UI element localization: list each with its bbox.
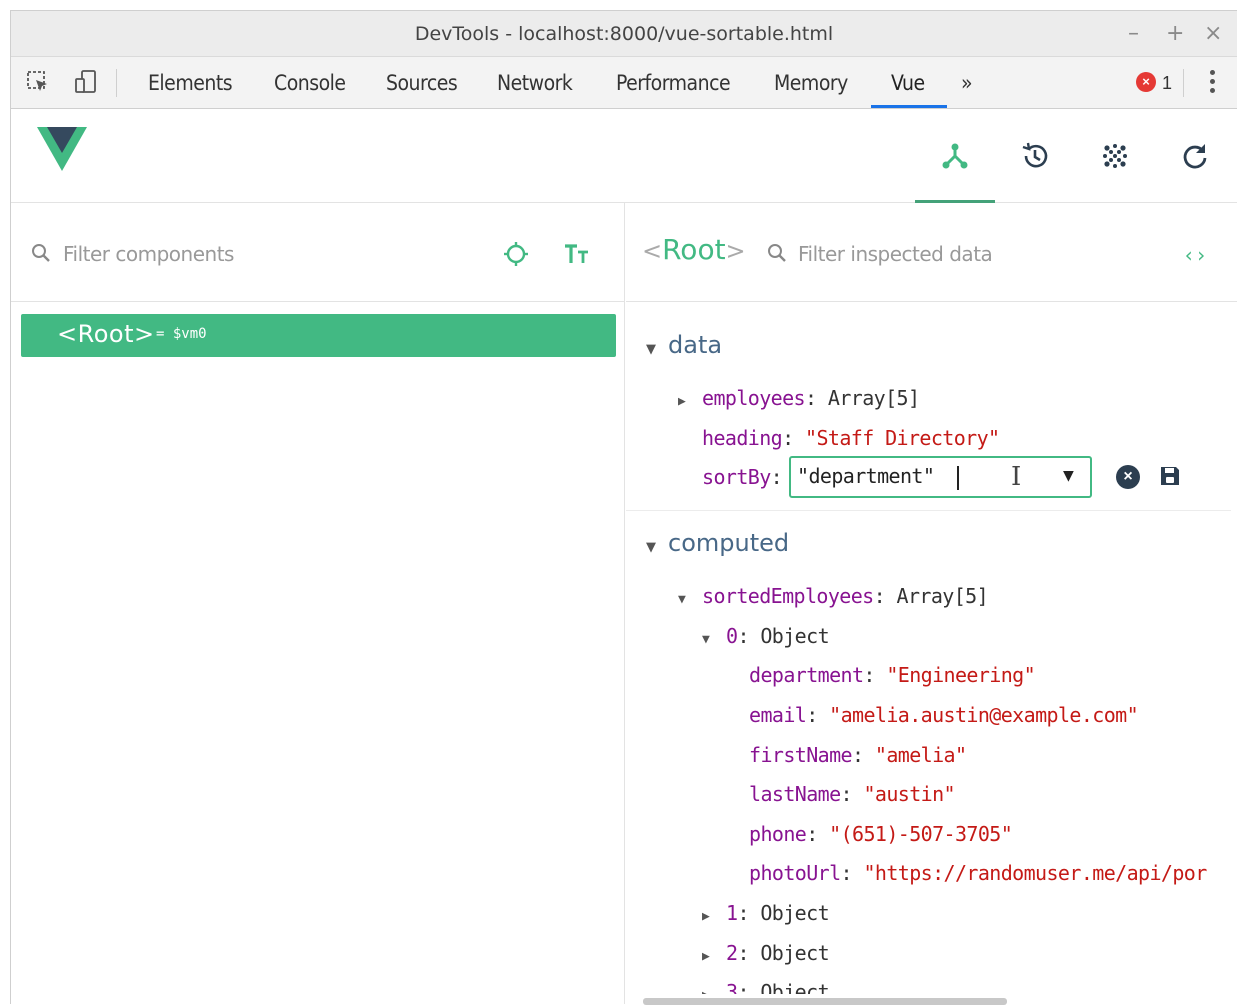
collapse-icon: ▼ — [646, 342, 656, 357]
components-icon — [942, 143, 968, 169]
expand-icon: ▶ — [702, 949, 710, 964]
computed-row-item-2[interactable]: ▶ 2: Object — [702, 941, 830, 965]
data-section-header[interactable]: ▼ data — [646, 331, 722, 359]
data-row-employees[interactable]: ▶ employees: Array[5] — [678, 386, 920, 410]
devtools-window: DevTools - localhost:8000/vue-sortable.h… — [10, 10, 1237, 1005]
computed-section-title: computed — [668, 529, 790, 557]
more-tabs-button[interactable]: » — [961, 57, 973, 109]
field-department[interactable]: department: "Engineering" — [749, 663, 1036, 687]
refresh-icon — [1183, 144, 1207, 169]
data-section-title: data — [668, 331, 723, 359]
component-vm-alias: = $vm0 — [156, 326, 207, 342]
title-bar: DevTools - localhost:8000/vue-sortable.h… — [11, 11, 1237, 57]
inspector-pane: <Root> ‹› ▼ data ▶employees: Array[5] hea… — [626, 203, 1237, 1005]
computed-row-item-0[interactable]: ▼ 0: Object — [702, 624, 830, 648]
close-button[interactable]: × — [1204, 19, 1222, 49]
section-divider — [626, 510, 1231, 511]
field-photourl[interactable]: photoUrl: "https://randomuser.me/api/por — [749, 861, 1234, 885]
field-firstname[interactable]: firstName: "amelia" — [749, 743, 967, 767]
components-filter-bar — [11, 203, 624, 302]
expand-icon: ▶ — [702, 909, 710, 924]
select-component-target-icon[interactable] — [503, 241, 529, 267]
toolbar-divider — [116, 69, 117, 97]
computed-row-item-1[interactable]: ▶ 1: Object — [702, 901, 830, 925]
device-toolbar-icon[interactable] — [73, 69, 99, 95]
dropdown-arrow-icon[interactable]: ▼ — [1063, 465, 1074, 486]
tab-sources[interactable]: Sources — [386, 57, 458, 109]
cancel-edit-icon[interactable]: × — [1116, 465, 1140, 489]
maximize-button[interactable]: + — [1166, 19, 1184, 49]
more-options-icon[interactable] — [1205, 67, 1219, 99]
toolbar-divider — [1183, 69, 1184, 97]
computed-section-header[interactable]: ▼ computed — [646, 529, 789, 557]
devtools-tabbar: Elements Console Sources Network Perform… — [11, 57, 1237, 109]
search-icon — [32, 244, 50, 262]
selected-component-name: <Root> — [642, 233, 746, 266]
field-phone[interactable]: phone: "(651)-507-3705" — [749, 822, 1013, 846]
tab-performance[interactable]: Performance — [616, 57, 731, 109]
expand-icon: ▶ — [702, 988, 726, 994]
window-title: DevTools - localhost:8000/vue-sortable.h… — [414, 23, 834, 45]
computed-row-sortedemployees[interactable]: ▼ sortedEmployees: Array[5] — [678, 584, 989, 608]
error-count[interactable]: 1 — [1162, 57, 1172, 109]
vue-logo-icon — [37, 127, 87, 171]
tab-vue[interactable]: Vue — [891, 57, 925, 109]
expand-icon: ▶ — [678, 394, 686, 409]
history-icon — [1022, 142, 1048, 168]
error-icon[interactable]: × — [1136, 72, 1156, 92]
events-icon — [1103, 144, 1127, 168]
field-email[interactable]: email: "amelia.austin@example.com" — [749, 703, 1139, 727]
text-cursor-icon: I — [1011, 462, 1021, 492]
inspector-header: <Root> ‹› — [626, 203, 1237, 302]
minimize-button[interactable]: – — [1128, 19, 1139, 49]
refresh-button[interactable] — [1155, 109, 1235, 203]
computed-row-item-3[interactable]: ▶3: Object — [702, 980, 829, 994]
tab-console[interactable]: Console — [274, 57, 346, 109]
data-row-sortby-key: sortBy: — [702, 465, 783, 489]
filter-components-input[interactable] — [63, 239, 463, 269]
code-icon[interactable]: ‹› — [1183, 243, 1207, 267]
sortby-edit-field[interactable]: "department" I ▼ — [789, 456, 1092, 498]
collapse-icon: ▼ — [646, 540, 656, 555]
component-tree-root[interactable]: <Root> = $vm0 — [21, 314, 616, 357]
search-icon — [768, 244, 786, 262]
field-lastname[interactable]: lastName: "austin" — [749, 782, 956, 806]
events-tab-button[interactable] — [1075, 109, 1155, 203]
filter-inspected-data-input[interactable] — [798, 239, 1148, 269]
tab-network[interactable]: Network — [497, 57, 573, 109]
active-tab-indicator — [871, 105, 947, 108]
tab-memory[interactable]: Memory — [774, 57, 848, 109]
data-row-heading[interactable]: heading: "Staff Directory" — [702, 426, 1000, 450]
format-component-names-icon[interactable] — [564, 243, 590, 265]
tab-elements[interactable]: Elements — [148, 57, 233, 109]
components-tab-button[interactable] — [915, 109, 995, 203]
component-name: <Root> — [57, 320, 155, 348]
text-caret — [957, 466, 959, 490]
save-edit-icon[interactable] — [1159, 465, 1181, 487]
inspect-element-icon[interactable] — [25, 69, 51, 95]
collapse-icon: ▼ — [678, 592, 686, 607]
history-tab-button[interactable] — [995, 109, 1075, 203]
components-pane: <Root> = $vm0 — [11, 203, 625, 1004]
vue-devtools-header — [11, 109, 1237, 203]
collapse-icon: ▼ — [702, 632, 710, 647]
